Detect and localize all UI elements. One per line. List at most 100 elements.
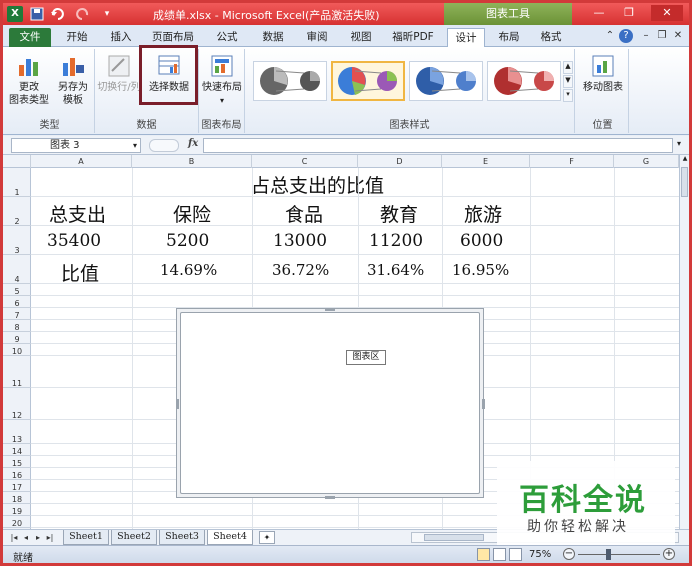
sheet-tab-sheet3[interactable]: Sheet3 bbox=[159, 530, 205, 545]
formula-input[interactable] bbox=[203, 138, 673, 153]
chart-area[interactable] bbox=[180, 312, 480, 494]
page-break-view-button[interactable] bbox=[509, 548, 522, 561]
prev-sheet-icon[interactable]: ◂ bbox=[21, 532, 31, 543]
formula-expand-icon[interactable]: ▾ bbox=[677, 139, 681, 148]
name-box-dropdown-icon[interactable]: ▾ bbox=[133, 139, 137, 152]
row-header-14[interactable]: 14 bbox=[3, 444, 31, 456]
zoom-in-button[interactable]: + bbox=[663, 548, 675, 560]
tab-data[interactable]: 数据 bbox=[255, 28, 291, 47]
select-all-corner[interactable] bbox=[3, 155, 31, 168]
scroll-up-icon[interactable]: ▲ bbox=[680, 155, 690, 165]
chart-object[interactable] bbox=[176, 308, 485, 499]
header-cell-education[interactable]: 教育 bbox=[380, 200, 418, 227]
tab-insert[interactable]: 插入 bbox=[103, 28, 139, 47]
chart-style-blue[interactable] bbox=[409, 61, 483, 101]
ratio-cell-food[interactable]: 36.72% bbox=[272, 261, 329, 279]
zoom-out-button[interactable]: − bbox=[563, 548, 575, 560]
chart-style-red[interactable] bbox=[487, 61, 561, 101]
horizontal-scroll-thumb[interactable] bbox=[424, 534, 484, 541]
row-header-8[interactable]: 8 bbox=[3, 320, 31, 332]
restore-button[interactable]: ❐ bbox=[617, 5, 641, 21]
insert-function-icon[interactable]: fx bbox=[188, 138, 198, 149]
undo-icon[interactable] bbox=[49, 6, 65, 22]
ratio-cell-education[interactable]: 31.64% bbox=[367, 261, 424, 279]
chart-style-gray[interactable] bbox=[253, 61, 327, 101]
row-header-3[interactable]: 3 bbox=[3, 226, 31, 255]
formula-bar-handle[interactable] bbox=[149, 139, 179, 152]
header-cell-food[interactable]: 食品 bbox=[285, 200, 323, 227]
tab-formulas[interactable]: 公式 bbox=[209, 28, 245, 47]
vertical-scrollbar[interactable]: ▲ bbox=[679, 155, 689, 529]
row-header-11[interactable]: 11 bbox=[3, 356, 31, 388]
quick-layout-button[interactable]: 快速布局 ▾ bbox=[199, 53, 245, 107]
chart-style-color-selected[interactable] bbox=[331, 61, 405, 101]
name-box[interactable]: 图表 3 ▾ bbox=[11, 138, 141, 153]
row-header-9[interactable]: 9 bbox=[3, 332, 31, 344]
tab-foxit-pdf[interactable]: 福昕PDF bbox=[385, 28, 441, 47]
styles-scroll-up-icon[interactable]: ▲ bbox=[563, 61, 573, 74]
redo-icon[interactable] bbox=[75, 6, 91, 22]
row-header-18[interactable]: 18 bbox=[3, 492, 31, 504]
sheet-tab-sheet4[interactable]: Sheet4 bbox=[207, 530, 253, 545]
workbook-restore-icon[interactable]: ❐ bbox=[655, 29, 669, 43]
move-chart-button[interactable]: 移动图表 bbox=[579, 53, 627, 94]
amount-cell-total[interactable]: 35400 bbox=[47, 231, 101, 251]
customize-toolbar-icon[interactable]: ▾ bbox=[99, 6, 115, 22]
amount-cell-travel[interactable]: 6000 bbox=[460, 231, 503, 251]
row-header-7[interactable]: 7 bbox=[3, 308, 31, 320]
row-header-19[interactable]: 19 bbox=[3, 504, 31, 516]
tab-home[interactable]: 开始 bbox=[59, 28, 95, 47]
page-layout-view-button[interactable] bbox=[493, 548, 506, 561]
tab-view[interactable]: 视图 bbox=[343, 28, 379, 47]
column-header-d[interactable]: D bbox=[358, 155, 442, 168]
row-header-16[interactable]: 16 bbox=[3, 468, 31, 480]
tab-review[interactable]: 审阅 bbox=[299, 28, 335, 47]
tab-layout[interactable]: 布局 bbox=[491, 28, 527, 47]
resize-handle-left[interactable] bbox=[176, 399, 179, 409]
minimize-button[interactable]: — bbox=[587, 5, 611, 21]
tab-design[interactable]: 设计 bbox=[447, 28, 485, 47]
workbook-minimize-icon[interactable]: – bbox=[639, 29, 653, 43]
row-header-10[interactable]: 10 bbox=[3, 344, 31, 356]
tab-file[interactable]: 文件 bbox=[9, 28, 51, 47]
header-cell-total[interactable]: 总支出 bbox=[49, 200, 106, 227]
amount-cell-insurance[interactable]: 5200 bbox=[166, 231, 209, 251]
normal-view-button[interactable] bbox=[477, 548, 490, 561]
header-cell-insurance[interactable]: 保险 bbox=[173, 200, 211, 227]
save-icon[interactable] bbox=[29, 6, 45, 22]
workbook-close-icon[interactable]: ✕ bbox=[671, 29, 685, 43]
row-header-17[interactable]: 17 bbox=[3, 480, 31, 492]
switch-row-column-button[interactable]: 切换行/列 bbox=[97, 53, 141, 94]
column-header-g[interactable]: G bbox=[614, 155, 679, 168]
change-chart-type-button[interactable]: 更改 图表类型 bbox=[9, 53, 49, 107]
resize-handle-right[interactable] bbox=[482, 399, 485, 409]
zoom-slider-thumb[interactable] bbox=[605, 549, 611, 560]
save-as-template-button[interactable]: 另存为 模板 bbox=[53, 53, 93, 107]
column-header-c[interactable]: C bbox=[252, 155, 358, 168]
ratio-label-cell[interactable]: 比值 bbox=[61, 259, 99, 286]
row-header-20[interactable]: 20 bbox=[3, 516, 31, 528]
row-header-15[interactable]: 15 bbox=[3, 456, 31, 468]
last-sheet-icon[interactable]: ▸| bbox=[45, 532, 55, 543]
scroll-thumb[interactable] bbox=[681, 167, 688, 197]
tab-format[interactable]: 格式 bbox=[533, 28, 569, 47]
ribbon-collapse-icon[interactable]: ⌃ bbox=[603, 29, 617, 43]
sheet-tab-sheet2[interactable]: Sheet2 bbox=[111, 530, 157, 545]
zoom-slider[interactable] bbox=[578, 554, 660, 555]
header-cell-travel[interactable]: 旅游 bbox=[464, 200, 502, 227]
close-button[interactable]: ✕ bbox=[651, 5, 683, 21]
zoom-level[interactable]: 75% bbox=[529, 549, 551, 560]
column-header-b[interactable]: B bbox=[132, 155, 252, 168]
resize-handle-top[interactable] bbox=[325, 308, 335, 311]
row-header-1[interactable]: 1 bbox=[3, 168, 31, 197]
column-header-f[interactable]: F bbox=[530, 155, 614, 168]
row-header-6[interactable]: 6 bbox=[3, 296, 31, 308]
row-header-2[interactable]: 2 bbox=[3, 197, 31, 226]
insert-sheet-icon[interactable]: ✦ bbox=[259, 531, 275, 544]
column-header-a[interactable]: A bbox=[31, 155, 132, 168]
ratio-cell-travel[interactable]: 16.95% bbox=[452, 261, 509, 279]
first-sheet-icon[interactable]: |◂ bbox=[9, 532, 19, 543]
sheet-title-cell[interactable]: 占总支出的比值 bbox=[251, 171, 384, 198]
row-header-5[interactable]: 5 bbox=[3, 284, 31, 296]
ratio-cell-insurance[interactable]: 14.69% bbox=[160, 261, 217, 279]
